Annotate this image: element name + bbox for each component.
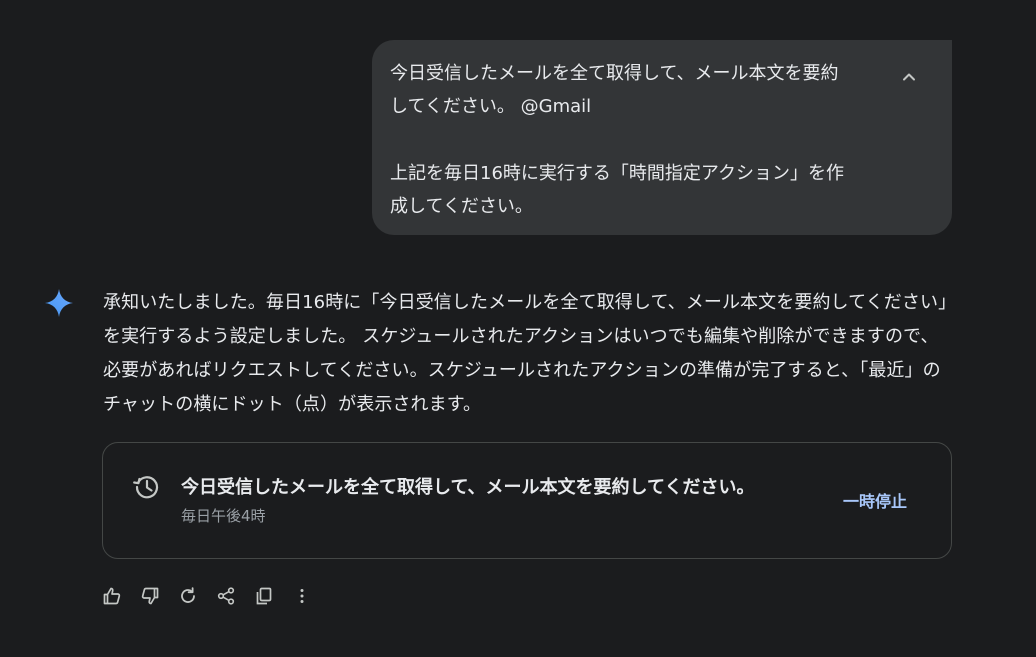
copy-button[interactable] (252, 584, 276, 608)
user-message-line: 成してください。 (390, 196, 533, 217)
scheduled-action-schedule: 毎日午後4時 (181, 507, 266, 525)
thumbs-down-button[interactable] (138, 584, 162, 608)
user-message-line: してください。 @Gmail (390, 96, 592, 117)
response-actions-bar (100, 584, 314, 608)
collapse-message-button[interactable] (896, 64, 922, 90)
share-button[interactable] (214, 584, 238, 608)
user-message-bubble: 今日受信したメールを全て取得して、メール本文を要約 してください。 @Gmail… (372, 40, 952, 235)
assistant-reply-text: 承知いたしました。毎日16時に「今日受信したメールを全て取得して、メール本文を要… (103, 292, 948, 415)
thumbs-down-icon (141, 587, 159, 605)
share-icon (217, 587, 235, 605)
pause-button[interactable]: 一時停止 (843, 488, 907, 512)
regenerate-icon (181, 587, 195, 603)
chevron-up-icon (903, 73, 915, 81)
scheduled-action-card[interactable]: 今日受信したメールを全て取得して、メール本文を要約してください。 毎日午後4時 … (102, 442, 952, 559)
copy-icon (256, 587, 272, 605)
gemini-sparkle-icon (45, 289, 73, 317)
user-message-line: 今日受信したメールを全て取得して、メール本文を要約 (390, 63, 839, 84)
scheduled-action-title: 今日受信したメールを全て取得して、メール本文を要約してください。 (181, 477, 755, 498)
chat-page: 今日受信したメールを全て取得して、メール本文を要約 してください。 @Gmail… (0, 0, 1036, 657)
thumbs-up-icon (103, 587, 121, 605)
thumbs-up-button[interactable] (100, 584, 124, 608)
regenerate-button[interactable] (176, 584, 200, 608)
more-vert-icon (300, 589, 304, 603)
user-message-line: 上記を毎日16時に実行する「時間指定アクション」を作 (390, 163, 845, 184)
more-options-button[interactable] (290, 584, 314, 608)
history-icon (133, 476, 159, 499)
